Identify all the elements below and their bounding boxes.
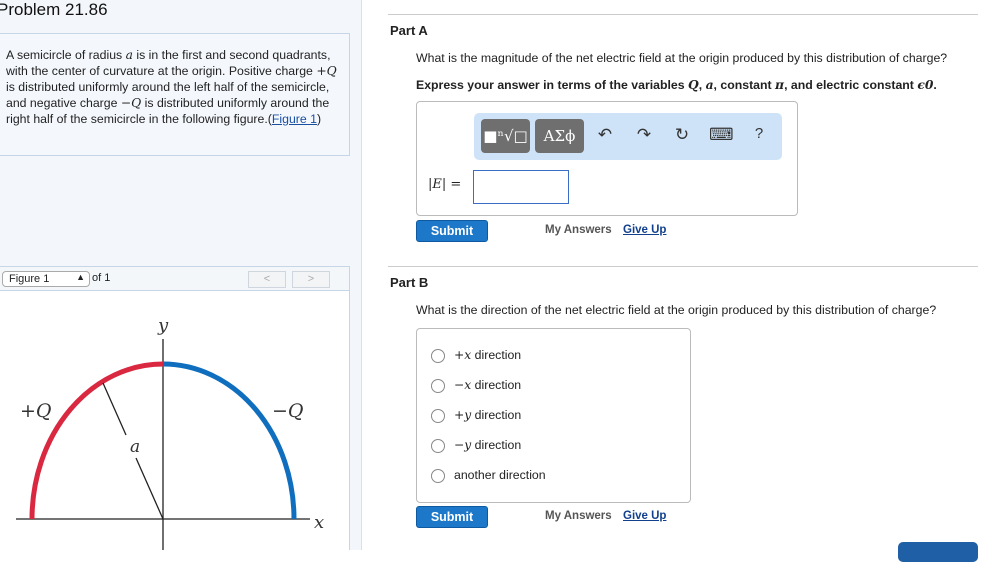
plus-q-label: +Q [20,400,52,422]
template-button[interactable]: ■ⁿ√□ [481,119,530,153]
x-axis-label: x [314,512,324,533]
text: ) [317,112,322,126]
option-text: direction [471,438,522,452]
minus-q-label: −Q [272,400,304,422]
text: . [933,78,937,92]
part-a-answer-box: ■ⁿ√□ ΑΣϕ ↶ ↷ ↻ ⌨ ? |E| = [416,101,798,216]
option-text: direction [471,378,522,392]
part-a-submit-button[interactable]: Submit [416,220,488,242]
radius-label: a [130,437,140,457]
answer-input[interactable] [473,170,569,204]
part-b-give-up-link[interactable]: Give Up [623,510,666,522]
text: Express your answer in terms of the vari… [416,78,689,92]
figure-select[interactable]: Figure 1 ▲ [2,271,90,287]
math: π [775,77,785,92]
math: +x [454,348,472,362]
divider [388,14,978,15]
problem-title: Problem 21.86 [0,0,108,19]
option-minus-y[interactable]: −y direction [431,436,521,454]
figure-link[interactable]: Figure 1 [272,112,317,126]
greek-symbols-button[interactable]: ΑΣϕ [535,119,584,153]
reset-icon[interactable]: ↻ [671,125,693,145]
text: , and electric constant [784,78,918,92]
figure-select-value: Figure 1 [9,273,50,285]
option-text: direction [471,408,522,422]
y-axis-label: y [157,315,169,336]
math: Q [688,77,699,92]
radio-button[interactable] [431,438,445,453]
problem-panel: Problem 21.86 A semicircle of radius a i… [0,0,362,550]
option-plus-x[interactable]: +x direction [431,346,521,364]
figure-count: of 1 [92,272,111,284]
math: −y [454,438,472,452]
select-arrows-icon: ▲ [76,272,85,282]
answer-label: |E| = [428,177,462,192]
option-plus-y[interactable]: +y direction [431,406,521,424]
redo-icon[interactable]: ↷ [633,125,655,145]
math: a [125,48,133,62]
part-a-give-up-link[interactable]: Give Up [623,224,666,236]
part-b-label: Part B [390,275,429,290]
keyboard-icon[interactable]: ⌨ [709,125,734,145]
option-text: another direction [454,468,546,482]
problem-statement: A semicircle of radius a is in the first… [0,33,350,156]
undo-icon[interactable]: ↶ [594,125,616,145]
math-toolbar: ■ⁿ√□ ΑΣϕ ↶ ↷ ↻ ⌨ ? [474,113,782,160]
part-a-my-answers[interactable]: My Answers [545,224,612,236]
text: , [698,78,706,92]
option-minus-x[interactable]: −x direction [431,376,521,394]
radio-button[interactable] [431,468,445,483]
positive-arc [29,361,164,520]
part-b-my-answers[interactable]: My Answers [545,510,612,522]
math: ϵ0 [917,77,934,92]
radio-button[interactable] [431,348,445,363]
part-b-submit-button[interactable]: Submit [416,506,488,528]
radius-line [102,382,127,436]
radio-button[interactable] [431,408,445,423]
radius-line [135,457,164,520]
math: a [705,77,714,92]
option-another-direction[interactable]: another direction [431,466,546,484]
figure-1: a y x +Q −Q [0,291,350,550]
help-icon[interactable]: ? [748,125,770,142]
text: , constant [713,78,776,92]
prev-figure-button[interactable]: < [248,271,286,288]
continue-button[interactable] [898,542,978,562]
option-text: direction [471,348,522,362]
radio-button[interactable] [431,378,445,393]
part-a-question: What is the magnitude of the net electri… [416,51,948,65]
figure-navigation: Figure 1 ▲ of 1 < > [0,266,350,291]
negative-arc [162,361,297,520]
math: +y [454,408,472,422]
divider [388,266,978,267]
part-b-options: +x direction −x direction +y direction −… [416,328,691,503]
semicircle-diagram: a y x +Q −Q [16,315,324,550]
math: −Q [120,96,142,110]
math: −x [454,378,472,392]
math: +Q [316,64,337,78]
part-b-question: What is the direction of the net electri… [416,303,937,317]
next-figure-button[interactable]: > [292,271,330,288]
text: A semicircle of radius [6,48,126,62]
part-a-instruction: Express your answer in terms of the vari… [416,77,937,92]
part-a-label: Part A [390,23,428,38]
